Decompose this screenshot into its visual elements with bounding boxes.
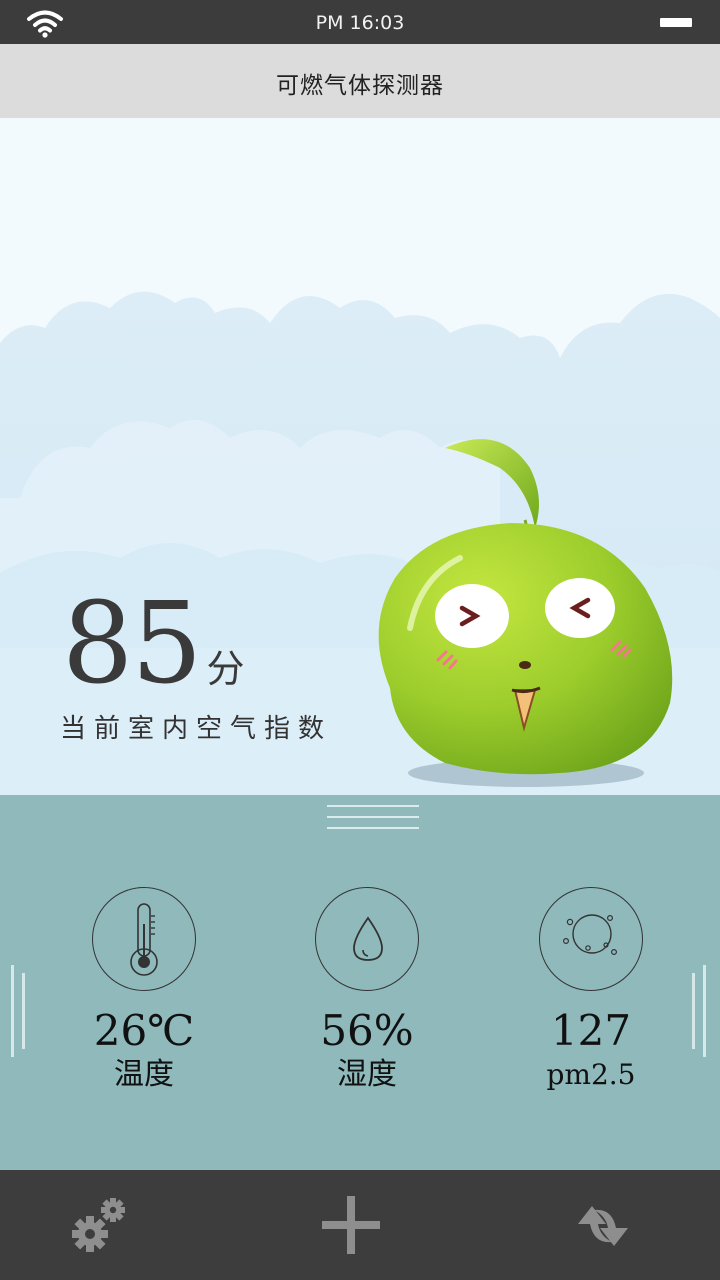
temperature-label: 温度 [114,1057,174,1092]
humidity-value: 56% [320,1006,414,1055]
settings-button[interactable] [64,1190,134,1260]
title-bar: 可燃气体探测器 [0,44,720,118]
air-score: 85 分 [62,588,245,700]
drag-handle[interactable] [327,805,419,833]
pm25-value: 127 [550,1006,632,1055]
refresh-button[interactable] [568,1190,638,1260]
status-time: PM 16:03 [315,12,405,34]
add-icon [322,1196,380,1254]
air-index-area: 85 分 当前室内空气指数 [0,118,720,795]
particles-icon [539,887,643,991]
status-bar: PM 16:03 [0,0,720,44]
humidity-label: 湿度 [337,1057,397,1092]
air-score-unit: 分 [206,647,245,691]
page-title: 可燃气体探测器 [276,73,444,99]
temperature-value: 26℃ [93,1006,195,1055]
sensor-panel: 26℃ 温度 56% 湿度 127 pm2.5 [0,795,720,1170]
pm25-stat: 127 pm2.5 [511,887,671,1095]
left-page-indicator[interactable] [11,965,25,1057]
add-button[interactable] [316,1190,386,1260]
air-score-label: 当前室内空气指数 [60,714,333,744]
pm25-label: pm2.5 [546,1058,636,1091]
thermometer-icon [92,887,196,991]
air-score-value: 85 [62,579,203,709]
mascot-image [378,439,673,787]
temperature-stat: 26℃ 温度 [64,887,224,1095]
humidity-stat: 56% 湿度 [287,887,447,1095]
water-drop-icon [315,887,419,991]
bottom-toolbar [0,1170,720,1280]
right-page-indicator[interactable] [692,965,706,1057]
settings-gears-icon [72,1198,125,1252]
battery-icon [660,18,692,27]
refresh-arrows-icon [578,1206,628,1246]
